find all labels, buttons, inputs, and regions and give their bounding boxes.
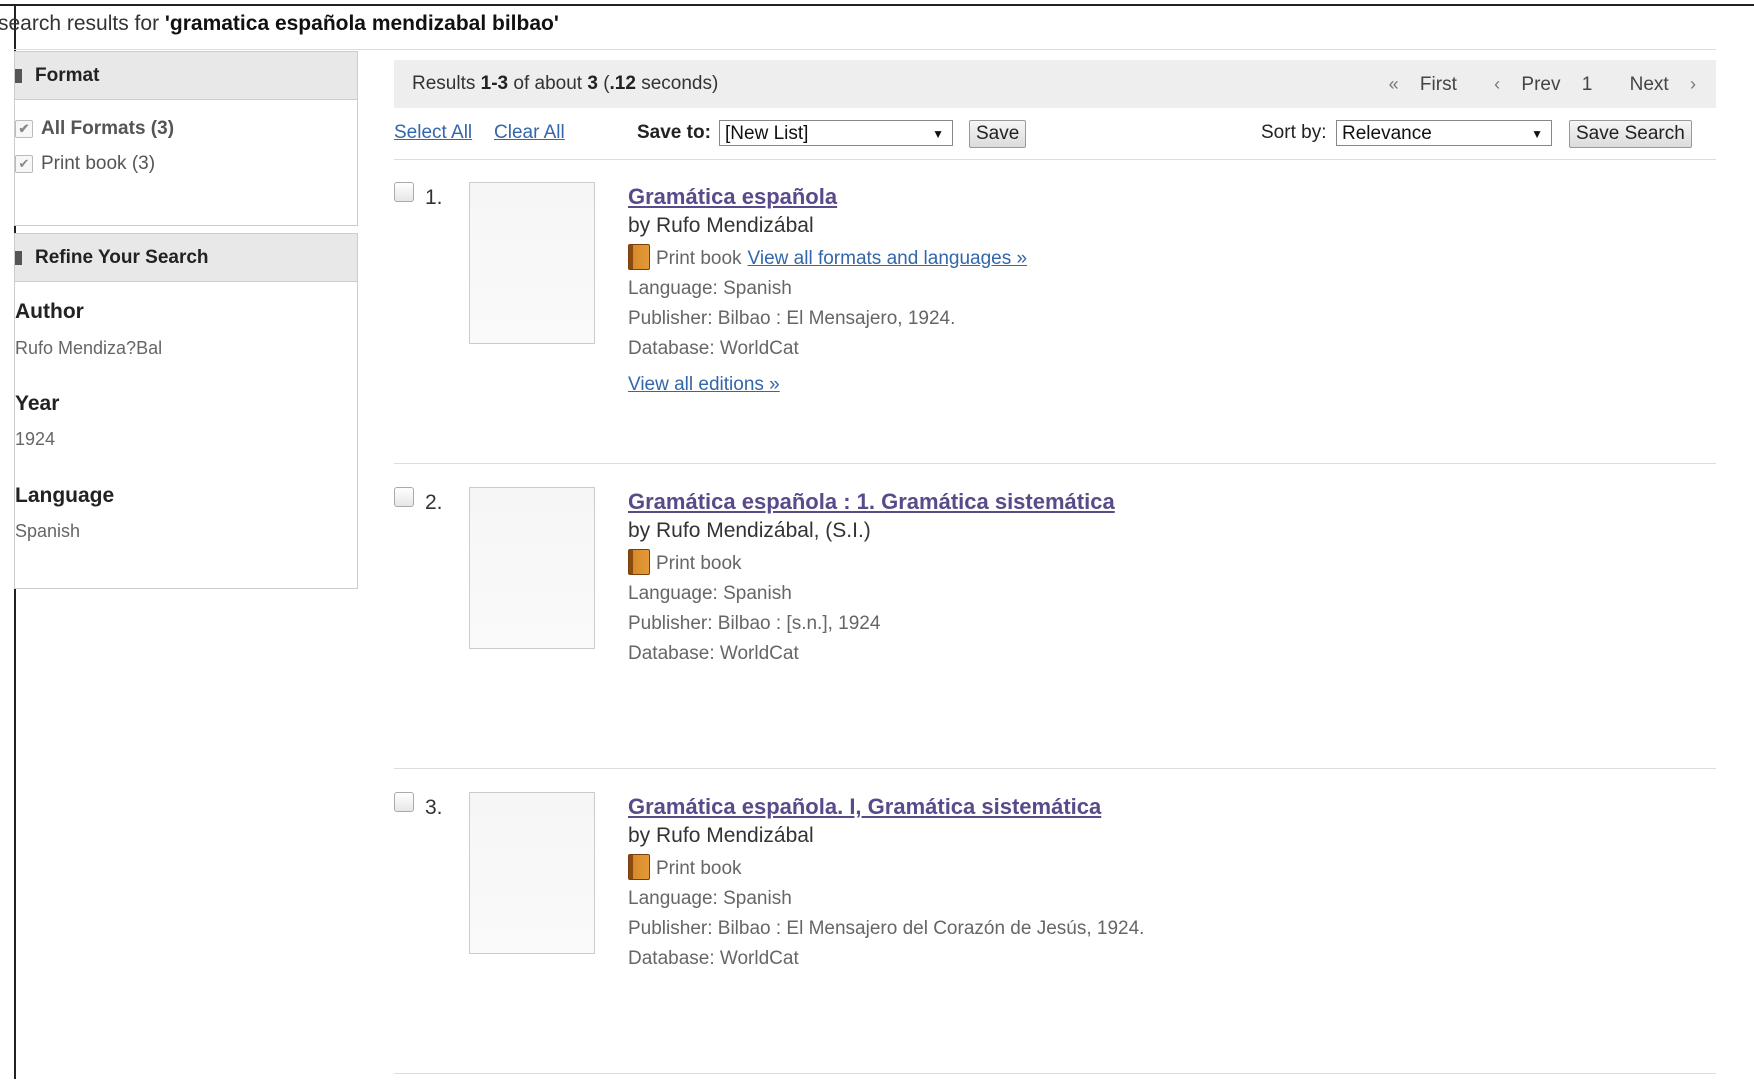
result-number: 2. — [425, 491, 443, 514]
sort-select[interactable]: Relevance ▼ — [1336, 120, 1552, 146]
result-format: Print book — [628, 854, 742, 880]
pager-page[interactable]: 1 — [1582, 74, 1593, 95]
results-summary: Results 1-3 of about 3 (.12 seconds) — [412, 73, 719, 94]
result-number: 1. — [425, 186, 443, 209]
result-language: Language: Spanish — [628, 278, 792, 299]
refine-facet: Refine Your Search Author Rufo Mendiza?B… — [14, 233, 358, 589]
results-bar: Results 1-3 of about 3 (.12 seconds) « F… — [394, 60, 1716, 108]
toolbar: Select All Clear All Save to: [New List]… — [394, 118, 1716, 154]
view-formats-link[interactable]: View all formats and languages » — [748, 248, 1028, 269]
result-format: Print book — [628, 549, 742, 575]
heading-prefix: search results for — [0, 12, 165, 35]
format-facet: Format ✔ All Formats (3) ✔ Print book (3) — [14, 51, 358, 226]
checkbox-icon[interactable]: ✔ — [15, 119, 33, 138]
cover-thumbnail[interactable] — [469, 182, 595, 344]
refine-year-label: Year — [15, 392, 60, 415]
frame-top-border — [0, 4, 1754, 6]
result-publisher: Publisher: Bilbao : El Mensajero del Cor… — [628, 918, 1145, 939]
collapse-icon[interactable] — [15, 69, 22, 83]
dropdown-arrow-icon: ▼ — [932, 127, 944, 141]
divider — [394, 1073, 1716, 1074]
divider — [14, 49, 1716, 50]
double-chevron-left-icon: « — [1388, 74, 1399, 94]
refine-language-label: Language — [15, 484, 115, 507]
result-publisher: Publisher: Bilbao : [s.n.], 1924 — [628, 613, 881, 634]
page-title: search results for 'gramatica española m… — [0, 10, 698, 38]
pager-next[interactable]: Next › — [1614, 74, 1696, 95]
refine-language-value[interactable]: Spanish — [15, 521, 80, 542]
select-all-link[interactable]: Select All — [394, 122, 472, 144]
save-to-select[interactable]: [New List] ▼ — [719, 120, 953, 146]
result-title-link[interactable]: Gramática española — [628, 184, 837, 210]
clear-all-link[interactable]: Clear All — [494, 122, 565, 144]
divider — [394, 768, 1716, 769]
view-editions-link[interactable]: View all editions » — [628, 374, 780, 396]
divider — [394, 463, 1716, 464]
result-database: Database: WorldCat — [628, 643, 799, 664]
result-language: Language: Spanish — [628, 583, 792, 604]
save-to-label: Save to: — [637, 122, 711, 143]
result-author: by Rufo Mendizábal — [628, 214, 814, 237]
refine-facet-header: Refine Your Search — [15, 234, 357, 282]
results-range: 1-3 — [480, 73, 509, 94]
chevron-left-icon: ‹ — [1494, 74, 1501, 94]
result-item: 3. Gramática española. I, Gramática sist… — [394, 792, 1716, 1092]
result-language: Language: Spanish — [628, 888, 792, 909]
refine-author-value[interactable]: Rufo Mendiza?Bal — [15, 338, 162, 359]
book-icon — [628, 549, 650, 575]
save-button[interactable]: Save — [969, 120, 1027, 148]
collapse-icon[interactable] — [15, 251, 22, 265]
checkbox-icon[interactable]: ✔ — [15, 154, 33, 173]
result-checkbox[interactable] — [394, 487, 414, 507]
save-search-button[interactable]: Save Search — [1569, 120, 1692, 148]
refine-author-label: Author — [15, 300, 84, 323]
search-query: 'gramatica española mendizabal bilbao' — [164, 12, 559, 35]
result-item: 1. Gramática española by Rufo Mendizábal… — [394, 182, 1716, 482]
format-facet-header: Format — [15, 52, 357, 100]
result-format: Print book View all formats and languages… — [628, 244, 1027, 270]
results-total: 3 — [587, 73, 598, 94]
result-database: Database: WorldCat — [628, 338, 799, 359]
pager-first[interactable]: « First — [1373, 74, 1457, 95]
result-item: 2. Gramática española : 1. Gramática sis… — [394, 487, 1716, 787]
result-number: 3. — [425, 796, 443, 819]
format-facet-title: Format — [35, 65, 100, 86]
book-icon — [628, 244, 650, 270]
result-publisher: Publisher: Bilbao : El Mensajero, 1924. — [628, 308, 956, 329]
pager-prev[interactable]: ‹ Prev — [1478, 74, 1560, 95]
book-icon — [628, 854, 650, 880]
chevron-right-icon: › — [1690, 74, 1696, 94]
dropdown-arrow-icon: ▼ — [1531, 127, 1543, 141]
result-database: Database: WorldCat — [628, 948, 799, 969]
result-title-link[interactable]: Gramática española. I, Gramática sistemá… — [628, 794, 1101, 820]
facet-all-formats[interactable]: ✔ All Formats (3) — [15, 118, 174, 140]
results-time: .12 — [609, 73, 636, 94]
result-checkbox[interactable] — [394, 182, 414, 202]
result-author: by Rufo Mendizábal — [628, 824, 814, 847]
cover-thumbnail[interactable] — [469, 487, 595, 649]
pager: « First ‹ Prev 1 Next › — [1357, 60, 1696, 109]
result-author: by Rufo Mendizábal, (S.I.) — [628, 519, 871, 542]
facet-print-book[interactable]: ✔ Print book (3) — [15, 153, 155, 175]
result-checkbox[interactable] — [394, 792, 414, 812]
sort-by-label: Sort by: — [1261, 122, 1327, 143]
result-title-link[interactable]: Gramática española : 1. Gramática sistem… — [628, 489, 1115, 515]
divider — [394, 159, 1716, 160]
refine-year-value[interactable]: 1924 — [15, 429, 55, 450]
cover-thumbnail[interactable] — [469, 792, 595, 954]
refine-facet-title: Refine Your Search — [35, 247, 209, 268]
